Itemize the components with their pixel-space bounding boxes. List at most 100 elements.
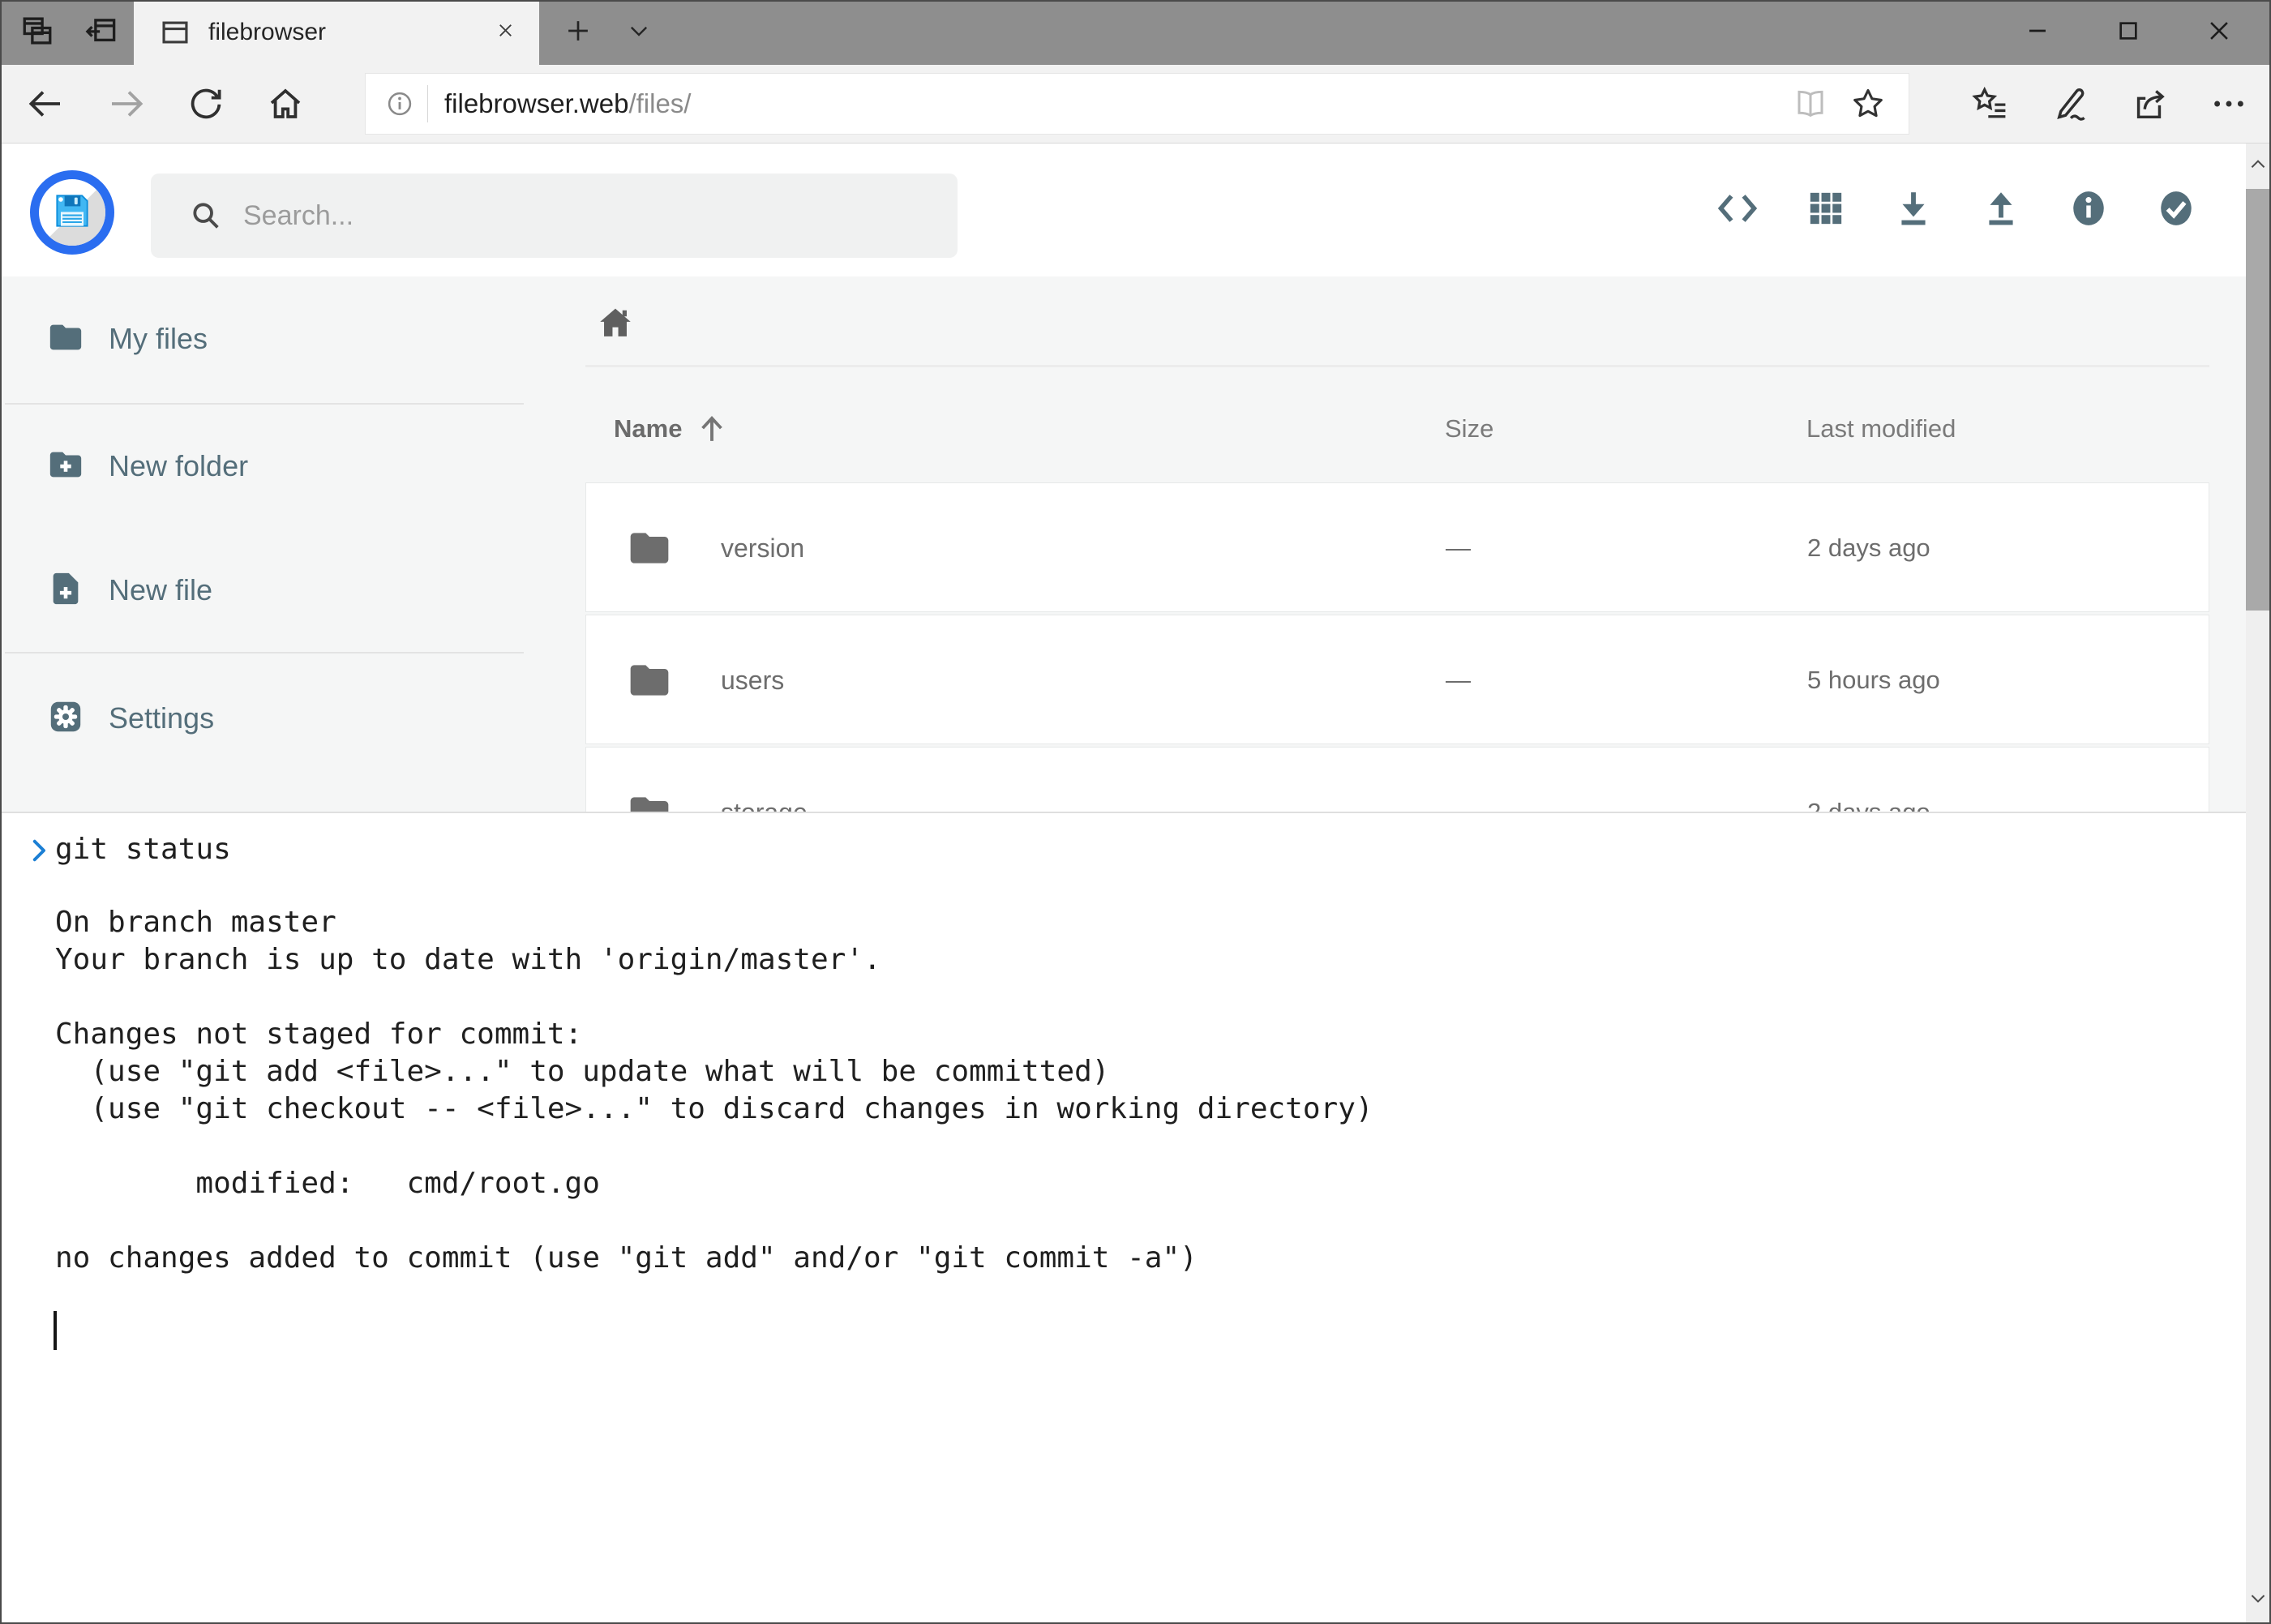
home-button[interactable] bbox=[263, 83, 308, 128]
page-scrollbar[interactable] bbox=[2246, 144, 2269, 1624]
favorite-star-icon[interactable] bbox=[1850, 86, 1886, 122]
new-tab-button[interactable] bbox=[554, 10, 602, 55]
chevron-up-icon bbox=[2247, 154, 2269, 179]
search-icon bbox=[190, 199, 222, 232]
tab-favicon-page-icon bbox=[160, 17, 191, 48]
folder-icon bbox=[627, 525, 672, 575]
tab-list-dropdown-button[interactable] bbox=[615, 10, 663, 55]
site-info-icon[interactable] bbox=[385, 89, 414, 118]
reading-view-icon[interactable] bbox=[1793, 87, 1828, 121]
terminal-command: git status bbox=[55, 831, 231, 868]
scroll-down-button[interactable] bbox=[2246, 1577, 2269, 1622]
share-button[interactable] bbox=[2127, 83, 2172, 128]
sidebar-item-settings[interactable]: Settings bbox=[0, 674, 535, 763]
sidebar-item-label: Settings bbox=[109, 701, 214, 735]
folder-icon bbox=[47, 319, 84, 360]
url-text[interactable]: filebrowser.web/files/ bbox=[444, 88, 691, 119]
download-icon bbox=[1893, 188, 1934, 233]
file-size: — bbox=[1446, 483, 1471, 613]
search-box[interactable] bbox=[151, 174, 958, 258]
sidebar-item-my-files[interactable]: My files bbox=[0, 294, 535, 384]
file-size: — bbox=[1446, 615, 1471, 745]
select-toggle-button[interactable] bbox=[2145, 181, 2207, 239]
file-modified: 2 days ago bbox=[1807, 483, 1930, 613]
file-row-users[interactable]: users — 5 hours ago bbox=[585, 615, 2209, 744]
check-circle-icon bbox=[2156, 188, 2196, 233]
terminal-cursor bbox=[54, 1311, 57, 1350]
home-icon bbox=[266, 84, 305, 127]
sort-ascending-icon bbox=[695, 412, 729, 446]
sidebar-item-label: New file bbox=[109, 573, 212, 607]
scroll-up-button[interactable] bbox=[2246, 144, 2269, 189]
home-icon bbox=[595, 303, 636, 348]
url-path: /files/ bbox=[628, 88, 691, 118]
floppy-disk-icon bbox=[49, 188, 95, 234]
file-name: users bbox=[721, 615, 784, 745]
refresh-button[interactable] bbox=[183, 83, 229, 128]
close-icon bbox=[495, 19, 516, 45]
ellipsis-icon bbox=[2210, 85, 2247, 126]
address-bar[interactable]: filebrowser.web/files/ bbox=[365, 73, 1909, 135]
terminal-output: On branch master Your branch is up to da… bbox=[55, 904, 1373, 1277]
folder-icon bbox=[627, 658, 672, 707]
tab-title: filebrowser bbox=[208, 19, 326, 46]
code-icon bbox=[1716, 187, 1759, 234]
download-button[interactable] bbox=[1883, 181, 1944, 239]
hub-favorites-button[interactable] bbox=[1968, 83, 2013, 128]
browser-window: filebrowser bbox=[0, 0, 2271, 1624]
tab-preview-icon bbox=[20, 14, 54, 52]
upload-button[interactable] bbox=[1970, 181, 2032, 239]
back-arrow-icon bbox=[26, 84, 65, 127]
column-header-size[interactable]: Size bbox=[1445, 409, 1493, 448]
grid-view-icon bbox=[1807, 190, 1845, 231]
close-window-button[interactable] bbox=[2174, 0, 2265, 65]
tab-preview-button[interactable] bbox=[13, 10, 62, 55]
file-modified: 5 hours ago bbox=[1807, 615, 1940, 745]
tab-bar: filebrowser bbox=[0, 0, 2271, 65]
minimize-icon bbox=[2025, 18, 2050, 48]
grid-view-button[interactable] bbox=[1795, 181, 1857, 239]
column-header-name[interactable]: Name bbox=[614, 409, 729, 448]
info-button[interactable] bbox=[2058, 181, 2119, 239]
column-header-modified[interactable]: Last modified bbox=[1806, 409, 1956, 448]
plus-icon bbox=[563, 15, 593, 50]
terminal-panel[interactable]: git status On branch master Your branch … bbox=[0, 812, 2271, 1624]
search-input[interactable] bbox=[242, 199, 933, 233]
scrollbar-thumb[interactable] bbox=[2246, 189, 2269, 611]
file-name: version bbox=[721, 483, 804, 613]
info-circle-icon bbox=[2068, 188, 2109, 233]
column-label: Last modified bbox=[1806, 414, 1956, 443]
url-host: filebrowser.web bbox=[444, 88, 628, 118]
listing-divider bbox=[585, 365, 2209, 367]
web-note-button[interactable] bbox=[2047, 83, 2093, 128]
column-label: Size bbox=[1445, 414, 1493, 443]
more-options-button[interactable] bbox=[2206, 83, 2252, 128]
forward-button[interactable] bbox=[104, 83, 149, 128]
share-icon bbox=[2131, 85, 2168, 126]
hub-star-list-icon bbox=[1972, 85, 2009, 126]
pen-icon bbox=[2051, 85, 2089, 126]
back-button[interactable] bbox=[23, 83, 68, 128]
tab-close-button[interactable] bbox=[489, 16, 521, 49]
filebrowser-logo[interactable] bbox=[30, 170, 114, 255]
window-controls bbox=[1992, 0, 2265, 65]
set-tabs-aside-icon bbox=[84, 14, 118, 52]
file-row-version[interactable]: version — 2 days ago bbox=[585, 482, 2209, 612]
sidebar-item-label: My files bbox=[109, 322, 208, 356]
maximize-button[interactable] bbox=[2083, 0, 2174, 65]
browser-tab[interactable]: filebrowser bbox=[134, 0, 539, 65]
upload-icon bbox=[1981, 188, 2021, 233]
browser-toolbar: filebrowser.web/files/ bbox=[0, 65, 2271, 144]
sidebar-item-new-file[interactable]: New file bbox=[0, 546, 535, 635]
minimize-button[interactable] bbox=[1992, 0, 2083, 65]
raw-code-button[interactable] bbox=[1707, 181, 1768, 239]
terminal-command-line: git status bbox=[55, 831, 231, 868]
chevron-down-icon bbox=[625, 17, 653, 49]
sidebar-item-new-folder[interactable]: New folder bbox=[0, 422, 535, 511]
set-tabs-aside-button[interactable] bbox=[76, 10, 125, 55]
sidebar-divider bbox=[5, 403, 524, 405]
prompt-chevron-icon bbox=[24, 836, 54, 869]
breadcrumb-home-button[interactable] bbox=[591, 304, 640, 346]
gear-icon bbox=[47, 698, 84, 739]
sidebar-divider bbox=[5, 652, 524, 653]
